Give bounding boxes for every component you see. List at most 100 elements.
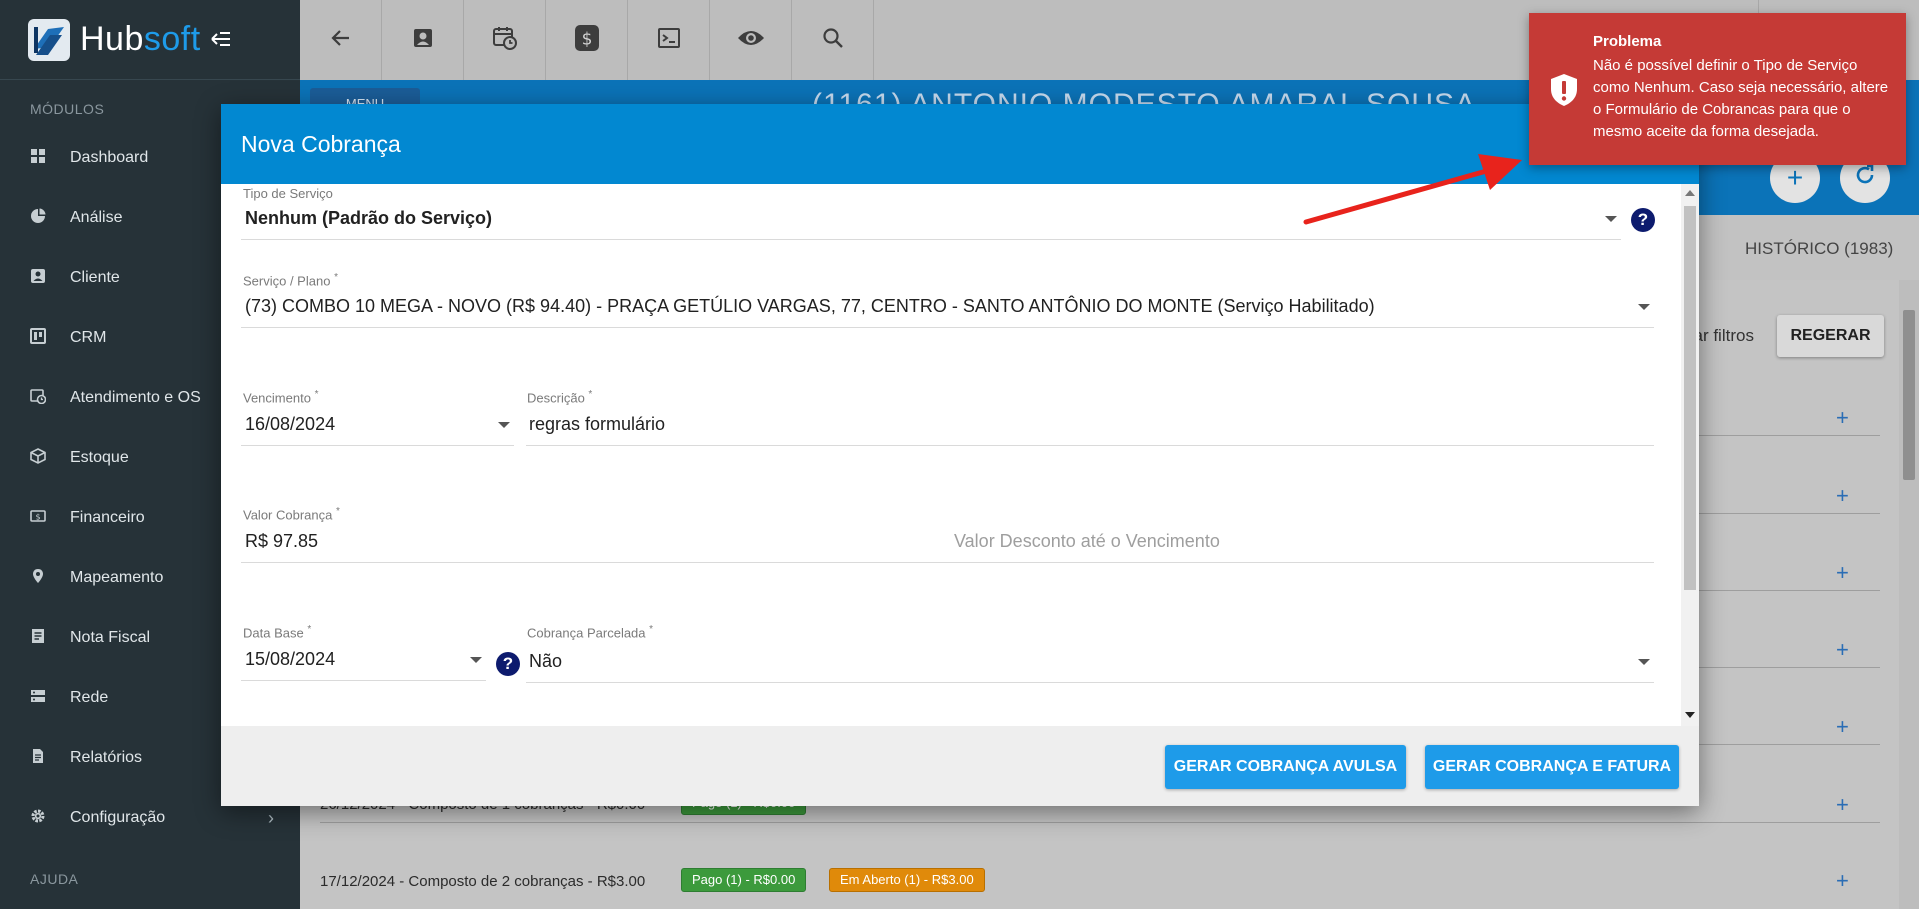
expand-plus-icon[interactable]: + xyxy=(1836,714,1849,740)
gerar-cobranca-e-fatura-button[interactable]: GERAR COBRANÇA E FATURA xyxy=(1425,745,1679,789)
page-scrollbar[interactable] xyxy=(1899,280,1919,909)
expand-plus-icon[interactable]: + xyxy=(1836,868,1849,894)
regerar-button[interactable]: REGERAR xyxy=(1777,315,1884,357)
expand-plus-icon[interactable]: + xyxy=(1836,560,1849,586)
help-icon[interactable]: ? xyxy=(1631,208,1655,232)
vencimento-date-input[interactable]: 16/08/2024 xyxy=(245,414,335,435)
page-scrollbar-thumb[interactable] xyxy=(1903,310,1915,480)
field-underline xyxy=(241,562,968,563)
dialog-scrollbar-thumb[interactable] xyxy=(1684,206,1696,590)
required-mark: * xyxy=(336,506,340,517)
cobranca-parcelada-select[interactable]: Não xyxy=(529,651,562,672)
sidebar-item-label: CRM xyxy=(70,329,107,346)
status-badge-paid: Pago (1) - R$0.00 xyxy=(681,868,807,892)
valor-desconto-input[interactable]: Valor Desconto até o Vencimento xyxy=(954,531,1220,552)
map-pin-icon xyxy=(30,568,50,588)
list-divider xyxy=(320,822,1880,823)
pie-chart-icon xyxy=(30,208,50,228)
sidebar-item-label: Dashboard xyxy=(70,149,149,166)
toast-title: Problema xyxy=(1593,33,1662,50)
field-underline xyxy=(526,682,1654,683)
help-icon[interactable]: ? xyxy=(496,652,520,676)
logo-text-soft: soft xyxy=(143,20,201,58)
chevron-down-icon[interactable] xyxy=(470,657,482,663)
chevron-down-icon[interactable] xyxy=(498,422,510,428)
back-button[interactable] xyxy=(300,0,382,80)
scroll-up-icon[interactable] xyxy=(1685,190,1695,196)
schedule-button[interactable] xyxy=(464,0,546,80)
field-underline xyxy=(241,327,1654,328)
descricao-label-text: Descrição xyxy=(527,390,585,406)
chevron-down-icon[interactable] xyxy=(1638,304,1650,310)
tab-historico[interactable]: HISTÓRICO (1983) xyxy=(1745,239,1893,259)
contact-icon xyxy=(411,26,435,55)
kanban-icon xyxy=(30,328,50,348)
status-badge-open: Em Aberto (1) - R$3.00 xyxy=(829,868,985,892)
required-mark: * xyxy=(314,389,319,400)
required-mark: * xyxy=(588,389,593,400)
dialog-header: Nova Cobrança xyxy=(221,104,1699,184)
dollar-icon: $ xyxy=(574,24,600,57)
contact-button[interactable] xyxy=(382,0,464,80)
servico-plano-select[interactable]: (73) COMBO 10 MEGA - NOVO (R$ 94.40) - P… xyxy=(245,296,1375,317)
field-underline xyxy=(954,562,1654,563)
scroll-down-icon[interactable] xyxy=(1685,712,1695,718)
tipo-servico-label: Tipo de Serviço xyxy=(243,186,333,201)
sidebar-item-label: Atendimento e OS xyxy=(70,389,201,406)
search-button[interactable] xyxy=(792,0,874,80)
expand-plus-icon[interactable]: + xyxy=(1836,637,1849,663)
sidebar-item-label: Relatórios xyxy=(70,749,143,766)
dashboard-icon xyxy=(30,148,50,168)
section-label-modules: MÓDULOS xyxy=(30,101,105,117)
data-base-label: Data Base * xyxy=(243,624,311,640)
billing-row-text: 17/12/2024 - Composto de 2 cobranças - R… xyxy=(320,873,646,890)
collapse-menu-icon[interactable] xyxy=(210,27,231,53)
logo-row: Hubsoft xyxy=(0,0,300,80)
required-mark: * xyxy=(307,624,312,635)
search-icon xyxy=(821,26,845,55)
sidebar-item-label: Análise xyxy=(70,209,123,226)
error-toast[interactable]: Problema Não é possível definir o Tipo d… xyxy=(1529,13,1906,165)
sidebar-item-label: Financeiro xyxy=(70,509,145,526)
descricao-label: Descrição * xyxy=(527,389,592,405)
chevron-down-icon[interactable] xyxy=(1605,216,1617,222)
svg-text:$: $ xyxy=(35,513,40,522)
toast-message: Não é possível definir o Tipo de Serviço… xyxy=(1593,57,1889,140)
plus-icon: + xyxy=(1786,162,1804,193)
field-underline xyxy=(241,239,1621,240)
expand-plus-icon[interactable]: + xyxy=(1836,483,1849,509)
section-label-help: AJUDA xyxy=(30,871,79,887)
refresh-icon xyxy=(1853,162,1877,194)
valor-cobranca-input[interactable]: R$ 97.85 xyxy=(245,531,318,552)
nova-cobranca-dialog: Nova Cobrança Tipo de Serviço Nenhum (Pa… xyxy=(221,104,1699,806)
data-base-label-text: Data Base xyxy=(243,625,304,641)
field-underline xyxy=(526,445,1654,446)
dialog-scrollbar[interactable] xyxy=(1681,184,1699,726)
invoice-icon xyxy=(30,628,50,648)
finance-button[interactable]: $ xyxy=(546,0,628,80)
back-arrow-icon xyxy=(329,26,353,55)
logo-text-hub: Hub xyxy=(80,20,144,58)
view-button[interactable] xyxy=(710,0,792,80)
tipo-servico-select[interactable]: Nenhum (Padrão do Serviço) xyxy=(245,208,492,229)
report-icon xyxy=(30,748,50,768)
sidebar-item-label: Rede xyxy=(70,689,109,706)
money-icon: $ xyxy=(30,508,50,528)
logo-text[interactable]: Hubsoft xyxy=(80,20,201,59)
calendar-clock-icon xyxy=(492,25,518,56)
data-base-date-input[interactable]: 15/08/2024 xyxy=(245,649,335,670)
field-underline xyxy=(241,445,514,446)
sidebar-item-label: Cliente xyxy=(70,269,120,286)
vencimento-label-text: Vencimento xyxy=(243,390,311,406)
terminal-button[interactable] xyxy=(628,0,710,80)
servico-plano-label-text: Serviço / Plano xyxy=(243,273,331,289)
gerar-cobranca-avulsa-button[interactable]: GERAR COBRANÇA AVULSA xyxy=(1165,745,1406,789)
expand-plus-icon[interactable]: + xyxy=(1836,792,1849,818)
descricao-input[interactable]: regras formulário xyxy=(529,414,665,435)
required-mark: * xyxy=(334,272,338,283)
chevron-down-icon[interactable] xyxy=(1638,659,1650,665)
expand-plus-icon[interactable]: + xyxy=(1836,405,1849,431)
terminal-icon xyxy=(657,26,681,55)
gear-icon xyxy=(30,808,50,828)
sidebar-item-label: Estoque xyxy=(70,449,129,466)
